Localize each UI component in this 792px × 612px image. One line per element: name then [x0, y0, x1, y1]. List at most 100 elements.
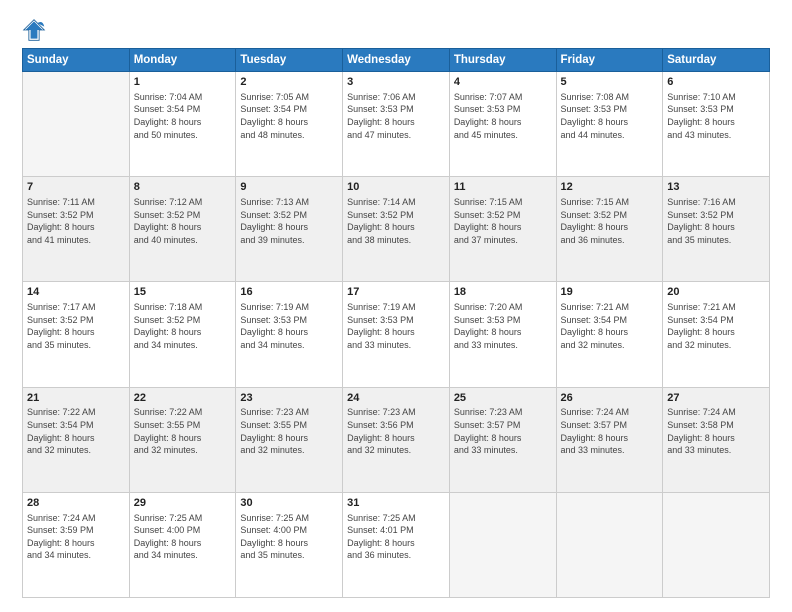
day-info: Sunrise: 7:25 AM Sunset: 4:00 PM Dayligh… — [240, 512, 338, 562]
day-number: 14 — [27, 285, 125, 300]
day-number: 8 — [134, 180, 232, 195]
day-info: Sunrise: 7:25 AM Sunset: 4:00 PM Dayligh… — [134, 512, 232, 562]
calendar-day-cell — [449, 492, 556, 597]
calendar-day-cell: 10Sunrise: 7:14 AM Sunset: 3:52 PM Dayli… — [343, 177, 450, 282]
day-number: 2 — [240, 75, 338, 90]
day-info: Sunrise: 7:25 AM Sunset: 4:01 PM Dayligh… — [347, 512, 445, 562]
calendar-day-cell: 1Sunrise: 7:04 AM Sunset: 3:54 PM Daylig… — [129, 72, 236, 177]
calendar-day-cell: 16Sunrise: 7:19 AM Sunset: 3:53 PM Dayli… — [236, 282, 343, 387]
calendar-day-cell: 14Sunrise: 7:17 AM Sunset: 3:52 PM Dayli… — [23, 282, 130, 387]
day-number: 12 — [561, 180, 659, 195]
day-info: Sunrise: 7:18 AM Sunset: 3:52 PM Dayligh… — [134, 301, 232, 351]
day-info: Sunrise: 7:24 AM Sunset: 3:59 PM Dayligh… — [27, 512, 125, 562]
page: SundayMondayTuesdayWednesdayThursdayFrid… — [0, 0, 792, 612]
calendar-day-cell: 29Sunrise: 7:25 AM Sunset: 4:00 PM Dayli… — [129, 492, 236, 597]
day-number: 24 — [347, 391, 445, 406]
day-number: 25 — [454, 391, 552, 406]
calendar-day-header: Friday — [556, 49, 663, 72]
calendar-week-row: 1Sunrise: 7:04 AM Sunset: 3:54 PM Daylig… — [23, 72, 770, 177]
day-number: 31 — [347, 496, 445, 511]
day-info: Sunrise: 7:19 AM Sunset: 3:53 PM Dayligh… — [347, 301, 445, 351]
day-info: Sunrise: 7:14 AM Sunset: 3:52 PM Dayligh… — [347, 196, 445, 246]
day-info: Sunrise: 7:15 AM Sunset: 3:52 PM Dayligh… — [454, 196, 552, 246]
logo — [22, 18, 50, 42]
calendar-day-header: Tuesday — [236, 49, 343, 72]
day-number: 27 — [667, 391, 765, 406]
calendar-day-cell: 12Sunrise: 7:15 AM Sunset: 3:52 PM Dayli… — [556, 177, 663, 282]
day-number: 18 — [454, 285, 552, 300]
calendar-day-cell: 3Sunrise: 7:06 AM Sunset: 3:53 PM Daylig… — [343, 72, 450, 177]
day-number: 17 — [347, 285, 445, 300]
calendar-day-header: Wednesday — [343, 49, 450, 72]
day-number: 9 — [240, 180, 338, 195]
calendar-day-cell: 26Sunrise: 7:24 AM Sunset: 3:57 PM Dayli… — [556, 387, 663, 492]
day-info: Sunrise: 7:24 AM Sunset: 3:57 PM Dayligh… — [561, 406, 659, 456]
calendar-day-cell: 15Sunrise: 7:18 AM Sunset: 3:52 PM Dayli… — [129, 282, 236, 387]
day-info: Sunrise: 7:11 AM Sunset: 3:52 PM Dayligh… — [27, 196, 125, 246]
calendar-day-cell: 4Sunrise: 7:07 AM Sunset: 3:53 PM Daylig… — [449, 72, 556, 177]
calendar-day-cell — [663, 492, 770, 597]
calendar-day-cell: 18Sunrise: 7:20 AM Sunset: 3:53 PM Dayli… — [449, 282, 556, 387]
calendar-day-cell: 17Sunrise: 7:19 AM Sunset: 3:53 PM Dayli… — [343, 282, 450, 387]
calendar-week-row: 28Sunrise: 7:24 AM Sunset: 3:59 PM Dayli… — [23, 492, 770, 597]
day-info: Sunrise: 7:22 AM Sunset: 3:54 PM Dayligh… — [27, 406, 125, 456]
day-info: Sunrise: 7:21 AM Sunset: 3:54 PM Dayligh… — [561, 301, 659, 351]
day-number: 26 — [561, 391, 659, 406]
logo-icon — [22, 18, 46, 42]
day-info: Sunrise: 7:16 AM Sunset: 3:52 PM Dayligh… — [667, 196, 765, 246]
day-number: 20 — [667, 285, 765, 300]
calendar-day-cell: 7Sunrise: 7:11 AM Sunset: 3:52 PM Daylig… — [23, 177, 130, 282]
day-info: Sunrise: 7:21 AM Sunset: 3:54 PM Dayligh… — [667, 301, 765, 351]
day-info: Sunrise: 7:13 AM Sunset: 3:52 PM Dayligh… — [240, 196, 338, 246]
day-info: Sunrise: 7:17 AM Sunset: 3:52 PM Dayligh… — [27, 301, 125, 351]
calendar-day-cell — [23, 72, 130, 177]
calendar-day-cell — [556, 492, 663, 597]
calendar-day-cell: 19Sunrise: 7:21 AM Sunset: 3:54 PM Dayli… — [556, 282, 663, 387]
day-number: 21 — [27, 391, 125, 406]
day-number: 4 — [454, 75, 552, 90]
day-number: 7 — [27, 180, 125, 195]
calendar-day-cell: 24Sunrise: 7:23 AM Sunset: 3:56 PM Dayli… — [343, 387, 450, 492]
day-info: Sunrise: 7:15 AM Sunset: 3:52 PM Dayligh… — [561, 196, 659, 246]
day-number: 16 — [240, 285, 338, 300]
day-info: Sunrise: 7:08 AM Sunset: 3:53 PM Dayligh… — [561, 91, 659, 141]
day-number: 30 — [240, 496, 338, 511]
day-info: Sunrise: 7:10 AM Sunset: 3:53 PM Dayligh… — [667, 91, 765, 141]
calendar-day-cell: 23Sunrise: 7:23 AM Sunset: 3:55 PM Dayli… — [236, 387, 343, 492]
calendar-day-cell: 5Sunrise: 7:08 AM Sunset: 3:53 PM Daylig… — [556, 72, 663, 177]
calendar-week-row: 14Sunrise: 7:17 AM Sunset: 3:52 PM Dayli… — [23, 282, 770, 387]
day-number: 6 — [667, 75, 765, 90]
calendar-day-header: Thursday — [449, 49, 556, 72]
calendar-table: SundayMondayTuesdayWednesdayThursdayFrid… — [22, 48, 770, 598]
day-info: Sunrise: 7:22 AM Sunset: 3:55 PM Dayligh… — [134, 406, 232, 456]
calendar-day-cell: 8Sunrise: 7:12 AM Sunset: 3:52 PM Daylig… — [129, 177, 236, 282]
calendar-week-row: 21Sunrise: 7:22 AM Sunset: 3:54 PM Dayli… — [23, 387, 770, 492]
day-number: 29 — [134, 496, 232, 511]
day-number: 23 — [240, 391, 338, 406]
day-number: 13 — [667, 180, 765, 195]
day-info: Sunrise: 7:23 AM Sunset: 3:55 PM Dayligh… — [240, 406, 338, 456]
day-info: Sunrise: 7:07 AM Sunset: 3:53 PM Dayligh… — [454, 91, 552, 141]
calendar-day-header: Sunday — [23, 49, 130, 72]
calendar-header-row: SundayMondayTuesdayWednesdayThursdayFrid… — [23, 49, 770, 72]
calendar-day-cell: 28Sunrise: 7:24 AM Sunset: 3:59 PM Dayli… — [23, 492, 130, 597]
calendar-day-cell: 20Sunrise: 7:21 AM Sunset: 3:54 PM Dayli… — [663, 282, 770, 387]
day-info: Sunrise: 7:04 AM Sunset: 3:54 PM Dayligh… — [134, 91, 232, 141]
day-number: 10 — [347, 180, 445, 195]
calendar-day-cell: 9Sunrise: 7:13 AM Sunset: 3:52 PM Daylig… — [236, 177, 343, 282]
day-info: Sunrise: 7:20 AM Sunset: 3:53 PM Dayligh… — [454, 301, 552, 351]
calendar-week-row: 7Sunrise: 7:11 AM Sunset: 3:52 PM Daylig… — [23, 177, 770, 282]
day-info: Sunrise: 7:19 AM Sunset: 3:53 PM Dayligh… — [240, 301, 338, 351]
day-info: Sunrise: 7:23 AM Sunset: 3:57 PM Dayligh… — [454, 406, 552, 456]
calendar-day-cell: 21Sunrise: 7:22 AM Sunset: 3:54 PM Dayli… — [23, 387, 130, 492]
day-info: Sunrise: 7:24 AM Sunset: 3:58 PM Dayligh… — [667, 406, 765, 456]
calendar-day-cell: 22Sunrise: 7:22 AM Sunset: 3:55 PM Dayli… — [129, 387, 236, 492]
day-number: 11 — [454, 180, 552, 195]
day-number: 3 — [347, 75, 445, 90]
calendar-day-cell: 30Sunrise: 7:25 AM Sunset: 4:00 PM Dayli… — [236, 492, 343, 597]
calendar-day-cell: 13Sunrise: 7:16 AM Sunset: 3:52 PM Dayli… — [663, 177, 770, 282]
day-number: 15 — [134, 285, 232, 300]
day-info: Sunrise: 7:06 AM Sunset: 3:53 PM Dayligh… — [347, 91, 445, 141]
calendar-day-cell: 2Sunrise: 7:05 AM Sunset: 3:54 PM Daylig… — [236, 72, 343, 177]
calendar-day-header: Monday — [129, 49, 236, 72]
